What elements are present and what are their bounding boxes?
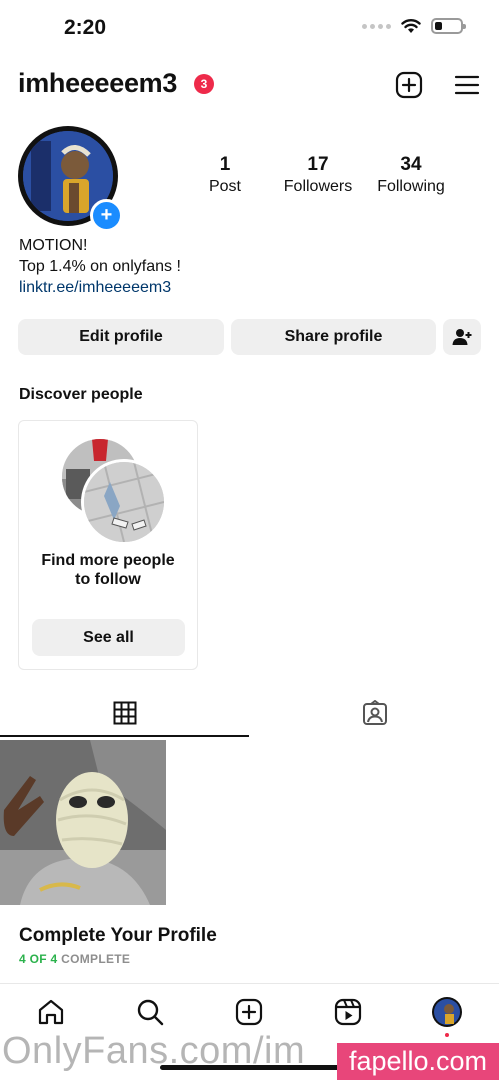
notification-badge: 3 bbox=[194, 74, 214, 94]
complete-profile-progress: 4 OF 4 COMPLETE bbox=[19, 952, 130, 966]
tagged-icon bbox=[362, 700, 387, 725]
complete-profile-count: 4 OF 4 bbox=[19, 952, 58, 966]
discover-card-text: Find more people to follow bbox=[19, 551, 197, 589]
home-icon[interactable] bbox=[36, 997, 66, 1027]
discover-card-line1: Find more people bbox=[41, 552, 175, 569]
wifi-icon bbox=[401, 19, 421, 33]
profile-tabs bbox=[0, 690, 499, 738]
status-bar: 2:20 bbox=[0, 0, 499, 60]
discover-people-button[interactable] bbox=[443, 319, 481, 355]
bio: MOTION! Top 1.4% on onlyfans ! linktr.ee… bbox=[19, 235, 181, 298]
complete-profile-title: Complete Your Profile bbox=[19, 925, 217, 946]
tab-tagged[interactable] bbox=[250, 690, 499, 736]
bio-link[interactable]: linktr.ee/imheeeeem3 bbox=[19, 277, 181, 298]
tab-posts-grid[interactable] bbox=[0, 690, 249, 736]
search-icon[interactable] bbox=[135, 997, 165, 1027]
grid-icon bbox=[113, 701, 136, 725]
bio-name: MOTION! bbox=[19, 237, 88, 254]
status-icons bbox=[362, 18, 466, 34]
discover-card: Find more people to follow See all bbox=[18, 420, 198, 670]
followers-label: Followers bbox=[283, 178, 353, 195]
home-indicator bbox=[160, 1065, 340, 1070]
add-person-icon bbox=[452, 329, 472, 345]
active-tab-indicator bbox=[0, 735, 249, 737]
new-post-icon[interactable] bbox=[394, 70, 424, 100]
create-icon[interactable] bbox=[234, 997, 264, 1027]
profile-summary: + 1 Post 17 Followers 34 Following bbox=[18, 126, 481, 232]
posts-label: Post bbox=[208, 178, 241, 195]
battery-icon bbox=[431, 18, 466, 34]
complete-profile-status: COMPLETE bbox=[61, 952, 131, 966]
discover-card-line2: to follow bbox=[75, 571, 141, 588]
see-all-button[interactable]: See all bbox=[32, 619, 185, 656]
following-label: Following bbox=[377, 178, 445, 195]
following-count: 34 bbox=[400, 154, 422, 175]
followers-stat[interactable]: 17 Followers bbox=[273, 154, 363, 196]
menu-icon[interactable] bbox=[452, 70, 482, 100]
discover-title: Discover people bbox=[19, 386, 143, 403]
bio-text: Top 1.4% on onlyfans ! bbox=[19, 258, 181, 275]
username-switcher[interactable]: imheeeeem3 bbox=[18, 68, 177, 99]
suggested-user-photo-2 bbox=[81, 459, 167, 545]
followers-count: 17 bbox=[307, 154, 329, 175]
watermark-badge: fapello.com bbox=[337, 1043, 499, 1080]
add-story-button[interactable]: + bbox=[90, 199, 123, 232]
reels-icon[interactable] bbox=[333, 997, 363, 1027]
signal-dots-icon bbox=[362, 23, 391, 29]
posts-count: 1 bbox=[219, 154, 231, 175]
edit-profile-button[interactable]: Edit profile bbox=[18, 319, 224, 355]
profile-actions: Edit profile Share profile bbox=[18, 319, 481, 355]
profile-header: imheeeeem3 3 bbox=[18, 66, 481, 106]
following-stat[interactable]: 34 Following bbox=[366, 154, 456, 196]
post-thumbnail[interactable] bbox=[0, 740, 166, 905]
share-profile-button[interactable]: Share profile bbox=[231, 319, 436, 355]
profile-notification-dot bbox=[445, 1033, 449, 1037]
posts-stat[interactable]: 1 Post bbox=[180, 154, 270, 196]
profile-nav-avatar[interactable] bbox=[432, 997, 462, 1027]
status-time: 2:20 bbox=[64, 16, 107, 39]
